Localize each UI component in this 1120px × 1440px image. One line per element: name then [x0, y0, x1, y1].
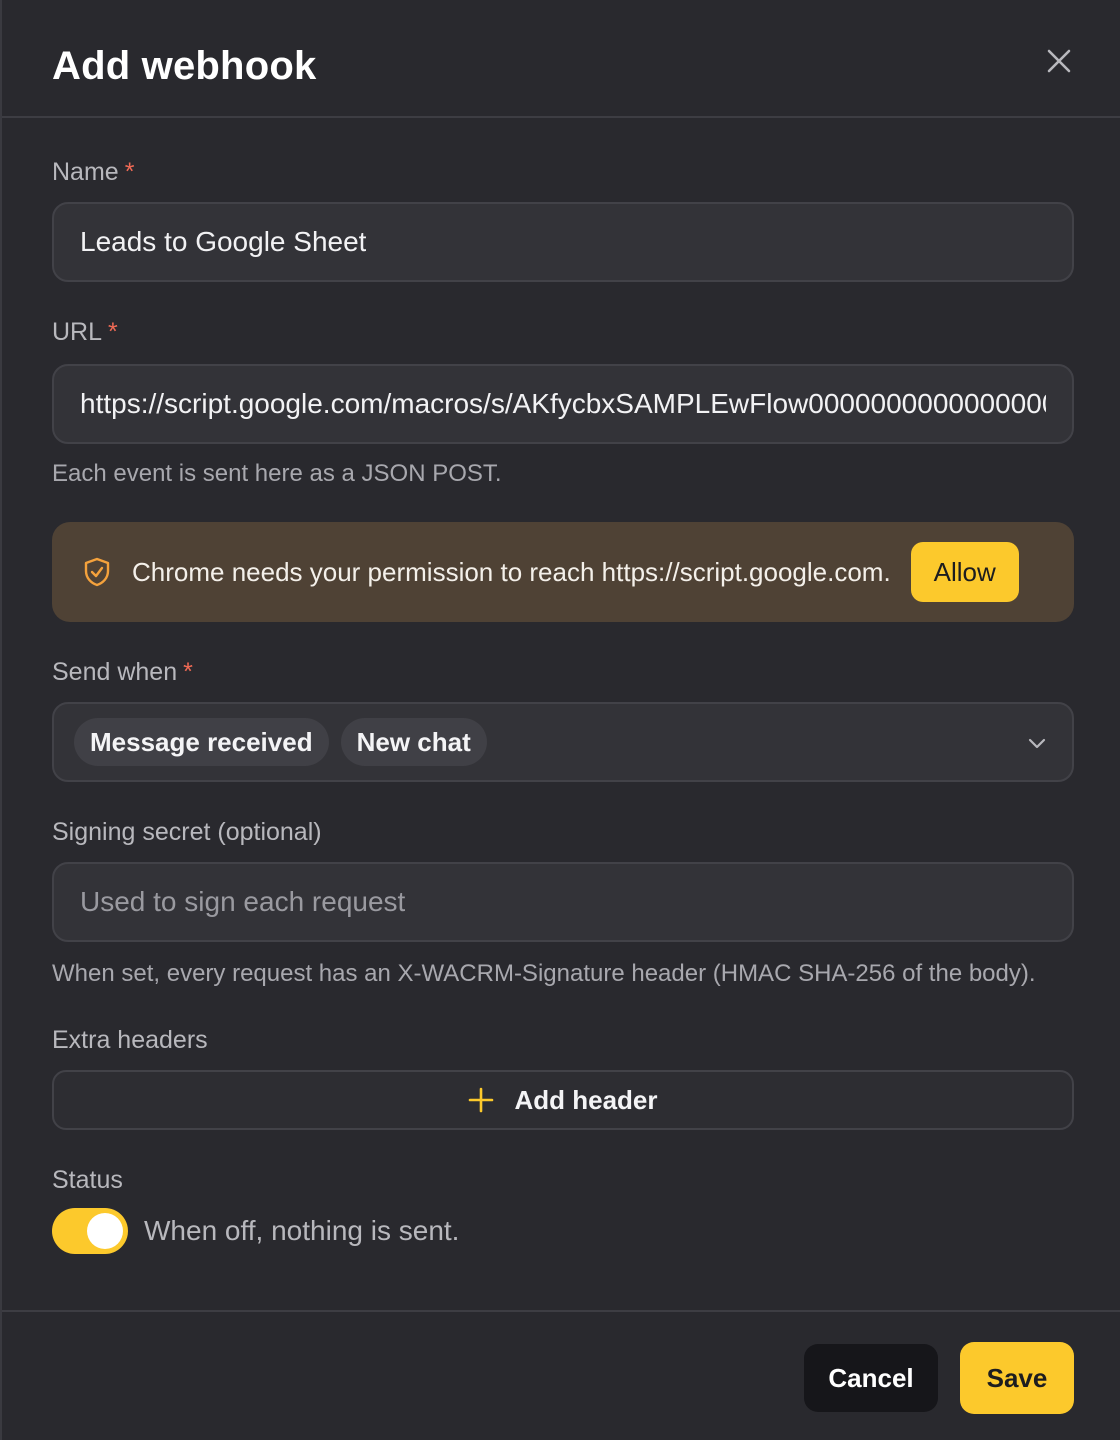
url-help-text: Each event is sent here as a JSON POST. — [52, 460, 502, 487]
dialog-footer: Cancel Save — [2, 1310, 1120, 1440]
send-when-label-text: Send when — [52, 658, 178, 686]
status-row: When off, nothing is sent. — [52, 1208, 459, 1254]
url-label: URL * — [52, 318, 118, 347]
close-icon — [1047, 49, 1071, 73]
name-label: Name * — [52, 158, 134, 187]
add-header-button[interactable]: Add header — [52, 1070, 1074, 1130]
required-mark: * — [108, 318, 118, 346]
status-toggle[interactable] — [52, 1208, 128, 1254]
close-button[interactable] — [1044, 46, 1074, 76]
signing-secret-help: When set, every request has an X-WACRM-S… — [52, 960, 1036, 987]
dialog-title: Add webhook — [52, 44, 317, 88]
add-header-label: Add header — [514, 1084, 658, 1115]
name-input[interactable]: Leads to Google Sheet — [52, 202, 1074, 282]
url-input[interactable]: https://script.google.com/macros/s/AKfyc… — [52, 364, 1074, 444]
plus-icon — [469, 1087, 494, 1113]
send-when-label: Send when * — [52, 658, 193, 687]
url-input-value: https://script.google.com/macros/s/AKfyc… — [80, 388, 1046, 419]
save-button[interactable]: Save — [960, 1342, 1074, 1414]
chip-message-received[interactable]: Message received — [74, 718, 329, 766]
status-label: Status — [52, 1166, 123, 1194]
chevron-down-icon[interactable] — [1026, 732, 1048, 754]
signing-secret-placeholder: Used to sign each request — [80, 886, 406, 917]
name-label-text: Name — [52, 158, 119, 186]
url-label-text: URL — [52, 318, 103, 346]
permission-banner: Chrome needs your permission to reach ht… — [52, 522, 1074, 622]
status-help-text: When off, nothing is sent. — [144, 1215, 460, 1246]
shield-check-icon — [84, 557, 110, 587]
permission-text: Chrome needs your permission to reach ht… — [132, 556, 891, 587]
cancel-button[interactable]: Cancel — [804, 1344, 938, 1412]
signing-secret-input[interactable]: Used to sign each request — [52, 862, 1074, 942]
add-webhook-dialog: Add webhook Name * Leads to Google Sheet … — [0, 0, 1120, 1440]
toggle-knob — [87, 1213, 123, 1249]
dialog-header: Add webhook — [2, 0, 1120, 118]
send-when-select[interactable]: Message received New chat — [52, 702, 1074, 782]
required-mark: * — [183, 658, 193, 686]
allow-button[interactable]: Allow — [910, 542, 1019, 602]
chip-new-chat[interactable]: New chat — [340, 718, 487, 766]
name-input-value: Leads to Google Sheet — [80, 226, 367, 257]
extra-headers-label: Extra headers — [52, 1026, 208, 1054]
signing-secret-label: Signing secret (optional) — [52, 818, 322, 846]
required-mark: * — [124, 158, 135, 186]
